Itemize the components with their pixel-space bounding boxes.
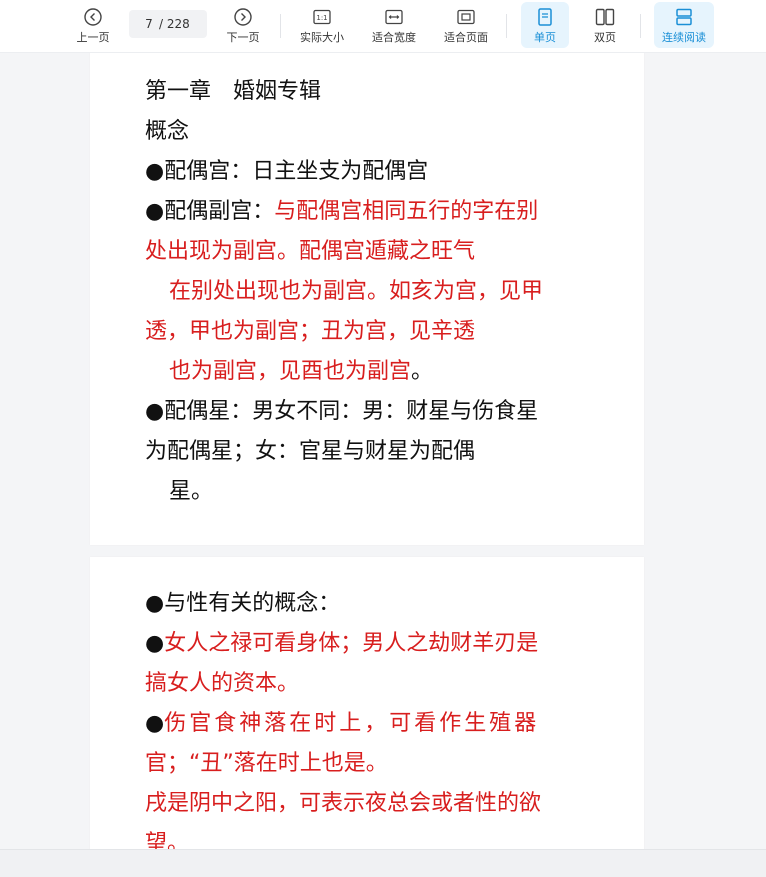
paragraph: ●伤官食神落在时上，可看作生殖器: [145, 704, 615, 744]
actual-size-label: 实际大小: [300, 31, 344, 44]
toolbar-divider: [506, 14, 507, 38]
actual-size-icon: 1:1: [313, 6, 331, 28]
next-page-button[interactable]: 下一页: [222, 2, 264, 48]
highlight-line: 处出现为副宫。配偶宫遁藏之旺气: [145, 239, 476, 264]
next-page-label: 下一页: [226, 31, 260, 44]
paragraph: ●配偶星：男女不同：男：财星与伤食星: [145, 392, 615, 432]
paragraph-line: 也为副宫，见酉也为副宫。: [145, 352, 615, 392]
text-span: 配偶宫：日主坐支为配偶宫: [164, 159, 429, 184]
highlight-text: 女人之禄可看身体；男人之劫财羊刃是: [164, 631, 539, 656]
bullet-icon: ●: [145, 399, 165, 424]
single-page-label: 单页: [534, 31, 556, 44]
fit-width-icon: [385, 6, 403, 28]
svg-text:1:1: 1:1: [316, 14, 327, 22]
chevron-right-circle-icon: [234, 6, 252, 28]
fit-width-label: 适合宽度: [372, 31, 416, 44]
section-heading: 概念: [145, 119, 190, 144]
bullet-icon: ●: [145, 711, 165, 736]
document-page: 第一章 婚姻专辑 概念 ●配偶宫：日主坐支为配偶宫 ●配偶副宫：与配偶宫相同五行…: [90, 52, 644, 545]
bullet-icon: ●: [145, 159, 165, 184]
paragraph: ●配偶宫：日主坐支为配偶宫: [145, 152, 615, 192]
page-number-field[interactable]: 7 / 228: [129, 10, 207, 38]
paragraph-line: 星。: [169, 479, 214, 504]
highlight-line: 透，甲也为副宫；丑为宫，见辛透: [145, 319, 476, 344]
chapter-title: 第一章 婚姻专辑: [145, 79, 322, 104]
prev-page-button[interactable]: 上一页: [72, 2, 114, 48]
text-span: 。: [411, 359, 434, 384]
highlight-line: 官；“丑”落在时上也是。: [145, 751, 388, 776]
highlight-text: 也为副宫，见酉也为副宫: [169, 359, 412, 384]
toolbar-divider: [280, 14, 281, 38]
continuous-reading-icon: [675, 6, 693, 28]
page-text: ●与性有关的概念： ●女人之禄可看身体；男人之劫财羊刃是 搞女人的资本。 ●伤官…: [145, 584, 615, 864]
single-page-icon: [537, 6, 553, 28]
paragraph: ●配偶副宫：与配偶宫相同五行的字在别: [145, 192, 615, 232]
fit-page-button[interactable]: 适合页面: [438, 2, 494, 48]
highlight-line: 在别处出现也为副宫。如亥为宫，见甲: [169, 279, 544, 304]
total-pages: / 228: [159, 17, 190, 31]
continuous-reading-label: 连续阅读: [662, 31, 706, 44]
single-page-button[interactable]: 单页: [521, 2, 569, 48]
paragraph: ●与性有关的概念：: [145, 591, 341, 616]
double-page-button[interactable]: 双页: [583, 2, 627, 48]
fit-width-button[interactable]: 适合宽度: [366, 2, 422, 48]
text-span: 配偶副宫：: [164, 199, 275, 224]
paragraph-line: 为配偶星；女：官星与财星为配偶: [145, 439, 476, 464]
document-page: ●与性有关的概念： ●女人之禄可看身体；男人之劫财羊刃是 搞女人的资本。 ●伤官…: [90, 557, 644, 857]
double-page-label: 双页: [594, 31, 616, 44]
text-span: 配偶星：男女不同：男：财星与伤食星: [164, 399, 539, 424]
bottom-status-bar: [0, 849, 766, 877]
paragraph: ●女人之禄可看身体；男人之劫财羊刃是: [145, 624, 615, 664]
fit-page-label: 适合页面: [444, 31, 488, 44]
actual-size-button[interactable]: 1:1 实际大小: [294, 2, 350, 48]
highlight-line: 戌是阴中之阳，可表示夜总会或者性的欲: [145, 791, 542, 816]
highlight-line: 搞女人的资本。: [145, 671, 300, 696]
bullet-icon: ●: [145, 199, 165, 224]
page-text: 第一章 婚姻专辑 概念 ●配偶宫：日主坐支为配偶宫 ●配偶副宫：与配偶宫相同五行…: [145, 72, 615, 512]
fit-page-icon: [457, 6, 475, 28]
continuous-reading-button[interactable]: 连续阅读: [654, 2, 714, 48]
prev-page-label: 上一页: [76, 31, 110, 44]
highlight-text: 与配偶宫相同五行的字在别: [274, 199, 539, 224]
toolbar-divider: [640, 14, 641, 38]
reader-toolbar: 上一页 7 / 228 下一页 1:1 实际大小 适合宽度 适合页面 单页 双页…: [0, 0, 766, 53]
highlight-text: 伤官食神落在时上，可看作生殖器: [164, 711, 540, 736]
double-page-icon: [595, 6, 615, 28]
chevron-left-circle-icon: [84, 6, 102, 28]
bullet-icon: ●: [145, 631, 165, 656]
